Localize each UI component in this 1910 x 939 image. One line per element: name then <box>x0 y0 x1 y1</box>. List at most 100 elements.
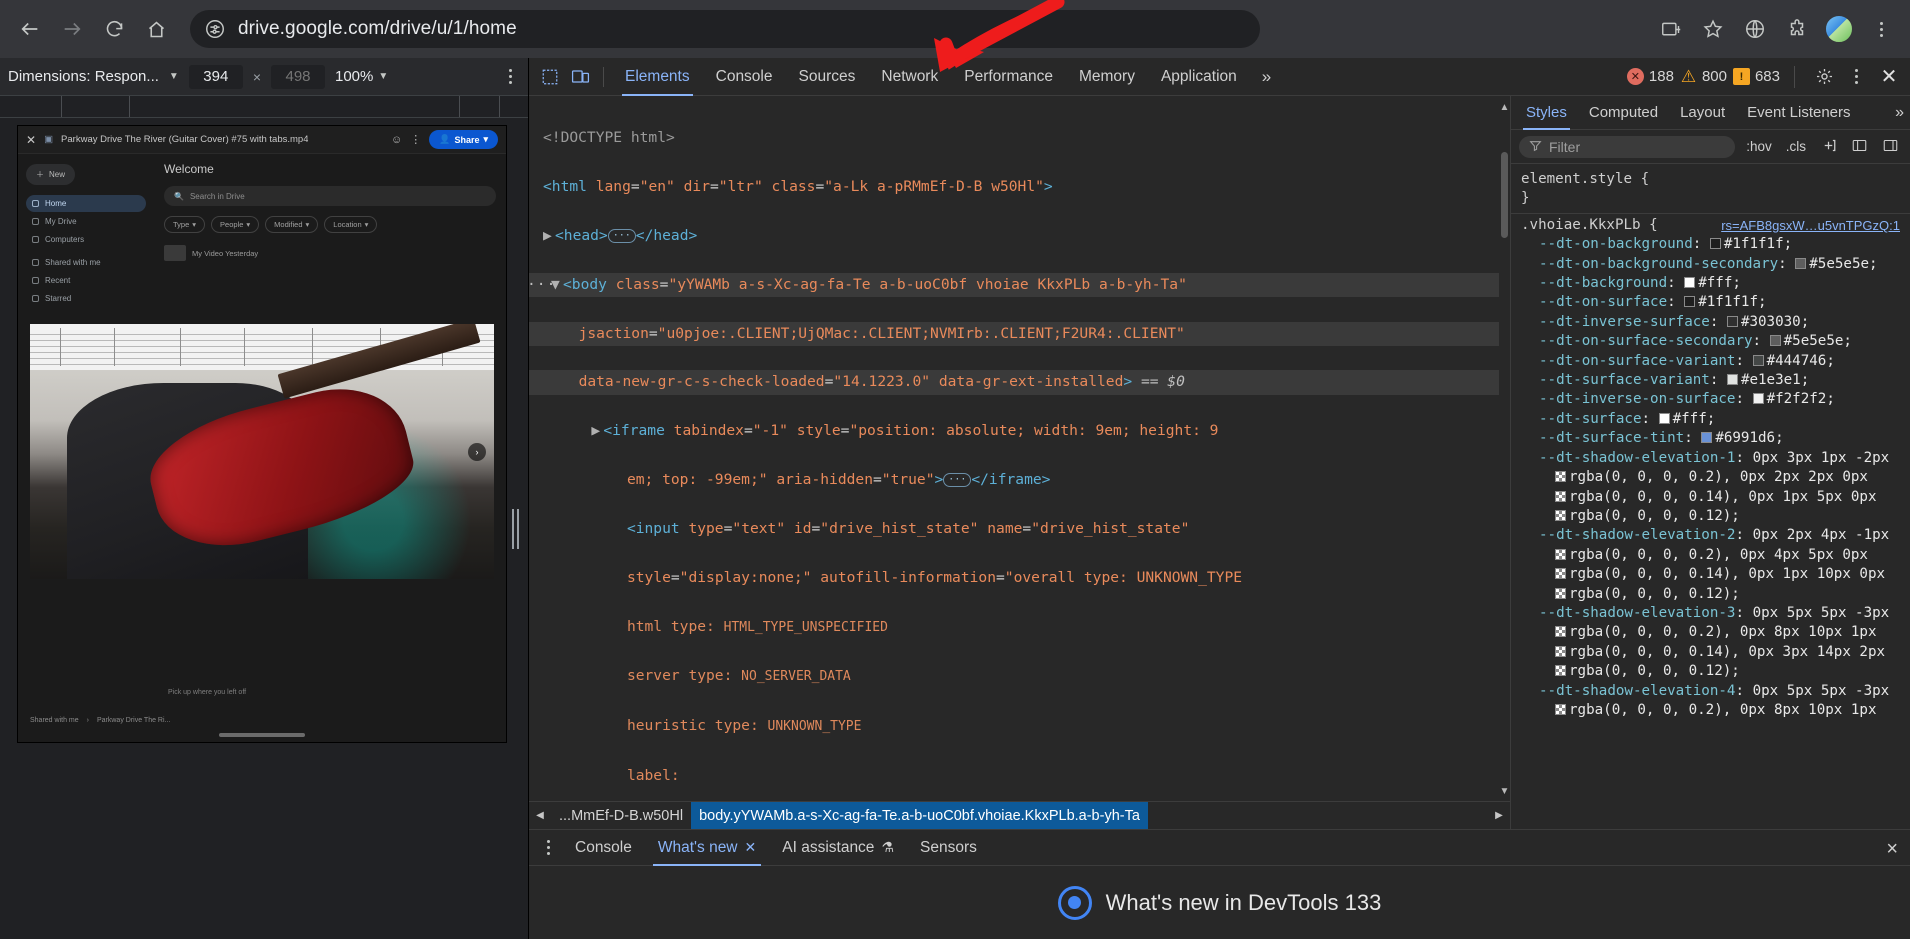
sidebar-item-my-drive[interactable]: My Drive <box>26 213 146 230</box>
scroll-up-icon[interactable]: ▲ <box>1499 102 1510 113</box>
chevron-down-icon[interactable]: ▼ <box>169 71 179 82</box>
computed-styles-sidebar-icon[interactable] <box>1848 138 1871 156</box>
sidebar-item-starred[interactable]: Starred <box>26 290 146 307</box>
tab-console[interactable]: Console <box>703 58 786 96</box>
css-property[interactable]: --dt-shadow-elevation-4: 0px 5px 5px -3p… <box>1521 682 1900 701</box>
css-property[interactable]: --dt-inverse-on-surface: #f2f2f2; <box>1521 390 1900 409</box>
globe-icon[interactable] <box>1736 10 1774 48</box>
sidebar-item-home[interactable]: Home <box>26 195 146 212</box>
warning-count[interactable]: ⚠ 800 <box>1680 67 1727 86</box>
dom-line[interactable]: heuristic type: UNKNOWN_TYPE <box>529 714 1510 739</box>
sidebar-item-computers[interactable]: Computers <box>26 231 146 248</box>
elements-dom-tree[interactable]: <!DOCTYPE html> <html lang="en" dir="ltr… <box>529 96 1510 829</box>
browser-menu-icon[interactable] <box>1862 10 1900 48</box>
back-arrow-icon[interactable] <box>10 9 50 49</box>
chip-modified[interactable]: Modified ▾ <box>265 216 319 233</box>
zoom-select[interactable]: 100% ▼ <box>335 68 388 85</box>
video-preview[interactable]: › <box>30 324 494 579</box>
hover-state-toggle[interactable]: :hov <box>1743 139 1775 154</box>
color-swatch[interactable] <box>1752 354 1764 366</box>
tab-event-listeners[interactable]: Event Listeners <box>1736 96 1861 130</box>
color-swatch[interactable] <box>1555 626 1566 638</box>
more-tabs-icon[interactable]: » <box>1250 67 1281 87</box>
css-property[interactable]: --dt-shadow-elevation-1: 0px 3px 1px -2p… <box>1521 449 1900 468</box>
device-width-input[interactable] <box>188 64 243 89</box>
drive-search-input[interactable]: 🔍 Search in Drive <box>164 186 496 206</box>
color-swatch[interactable] <box>1555 587 1566 599</box>
css-property[interactable]: --dt-on-surface-variant: #444746; <box>1521 352 1900 371</box>
chip-location[interactable]: Location ▾ <box>324 216 378 233</box>
settings-gear-icon[interactable] <box>1809 63 1839 91</box>
toggle-sidebar-icon[interactable] <box>1879 138 1902 156</box>
profile-avatar[interactable] <box>1820 10 1858 48</box>
css-property[interactable]: --dt-surface: #fff; <box>1521 410 1900 429</box>
dom-line[interactable]: ▶ <head> ··· </head> <box>529 224 1510 248</box>
chip-people[interactable]: People ▾ <box>211 216 260 233</box>
address-bar[interactable]: drive.google.com/drive/u/1/home <box>190 10 1260 48</box>
tab-network[interactable]: Network <box>868 58 951 96</box>
install-app-icon[interactable] <box>1652 10 1690 48</box>
close-devtools-icon[interactable]: ✕ <box>1874 63 1904 91</box>
rule-vhoiae-kkxplb[interactable]: .vhoiae.KkxPLb { rs=AFB8gsxW…u5vnTPGzQ:1… <box>1511 214 1910 725</box>
breadcrumb-body[interactable]: body.yYWAMb.a-s-Xc-ag-fa-Te.a-b-uoC0bf.v… <box>691 801 1148 829</box>
color-swatch[interactable] <box>1555 471 1566 483</box>
dom-line[interactable]: label: <box>529 764 1510 788</box>
breadcrumb-html[interactable]: ...MmEf-D-B.w50Hl <box>551 802 691 830</box>
scrollbar-thumb[interactable] <box>1501 152 1508 238</box>
tab-computed[interactable]: Computed <box>1578 96 1669 130</box>
share-button[interactable]: 👤 Share ▾ <box>429 130 498 149</box>
styles-rules[interactable]: element.style { } .vhoiae.KkxPLb { rs=AF… <box>1511 164 1910 829</box>
color-swatch[interactable] <box>1555 490 1566 502</box>
styles-more-tabs-icon[interactable]: » <box>1887 104 1910 122</box>
color-swatch[interactable] <box>1658 412 1670 424</box>
site-settings-icon[interactable] <box>204 18 226 40</box>
css-property[interactable]: --dt-surface-tint: #6991d6; <box>1521 429 1900 448</box>
add-rule-icon[interactable] <box>1817 138 1840 156</box>
dom-line[interactable]: server type: NO_SERVER_DATA <box>529 664 1510 689</box>
drawer-tab-sensors[interactable]: Sensors <box>907 830 990 866</box>
rule-element-style[interactable]: element.style { } <box>1511 168 1910 214</box>
bookmark-star-icon[interactable] <box>1694 10 1732 48</box>
comment-icon[interactable]: ☺ <box>391 134 402 146</box>
error-count[interactable]: ✕ 188 <box>1626 68 1674 85</box>
color-swatch[interactable] <box>1752 393 1764 405</box>
breadcrumb-item[interactable]: Shared with me <box>30 717 79 724</box>
tab-performance[interactable]: Performance <box>951 58 1066 96</box>
color-swatch[interactable] <box>1555 568 1566 580</box>
breadcrumb-item[interactable]: Parkway Drive The Ri... <box>97 717 170 724</box>
drawer-more-options-icon[interactable] <box>535 840 562 855</box>
home-icon[interactable] <box>136 9 176 49</box>
color-swatch[interactable] <box>1726 315 1738 327</box>
dom-line[interactable]: ▶ <iframe tabindex="-1" style="position: … <box>529 419 1510 443</box>
css-property[interactable]: --dt-on-background: #1f1f1f; <box>1521 235 1900 254</box>
color-swatch[interactable] <box>1701 432 1713 444</box>
color-swatch[interactable] <box>1709 238 1721 250</box>
color-swatch[interactable] <box>1726 374 1738 386</box>
dom-line-selected[interactable]: ··· ▼ <body class="yYWAMb a-s-Xc-ag-fa-Te … <box>529 272 1510 298</box>
class-toggle[interactable]: .cls <box>1783 139 1809 154</box>
color-swatch[interactable] <box>1769 335 1781 347</box>
tab-styles[interactable]: Styles <box>1515 96 1578 130</box>
close-icon[interactable]: ✕ <box>26 133 36 147</box>
drawer-tab-ai-assistance[interactable]: AI assistance ⚗ <box>769 830 907 866</box>
close-icon[interactable]: ✕ <box>745 839 757 856</box>
dom-line[interactable]: em; top: -99em;" aria-hidden="true"> ··· <… <box>529 468 1510 492</box>
css-property[interactable]: --dt-background: #fff; <box>1521 274 1900 293</box>
dom-line[interactable]: <input type="text" id="drive_hist_state"… <box>529 517 1510 541</box>
color-swatch[interactable] <box>1684 277 1696 289</box>
color-swatch[interactable] <box>1795 257 1807 269</box>
device-height-input[interactable] <box>271 64 325 89</box>
suggestion-item[interactable]: My Video Yesterday <box>164 245 496 261</box>
breadcrumb-scroll-right-icon[interactable]: ▶ <box>1488 802 1510 830</box>
drawer-close-icon[interactable]: × <box>1886 838 1898 861</box>
devtools-more-options-icon[interactable] <box>1845 69 1868 84</box>
breadcrumb-scroll-left-icon[interactable]: ◀ <box>529 802 551 830</box>
dom-line[interactable]: style="display:none;" autofill-informati… <box>529 566 1510 590</box>
color-swatch[interactable] <box>1684 296 1696 308</box>
dom-line[interactable]: <!DOCTYPE html> <box>529 126 1510 150</box>
scroll-down-icon[interactable]: ▼ <box>1499 786 1510 797</box>
sidebar-item-recent[interactable]: Recent <box>26 272 146 289</box>
color-swatch[interactable] <box>1555 703 1566 715</box>
dom-line-selected[interactable]: jsaction="u0pjoe:.CLIENT;UjQMac:.CLIENT;… <box>529 321 1510 347</box>
chip-type[interactable]: Type ▾ <box>164 216 206 233</box>
